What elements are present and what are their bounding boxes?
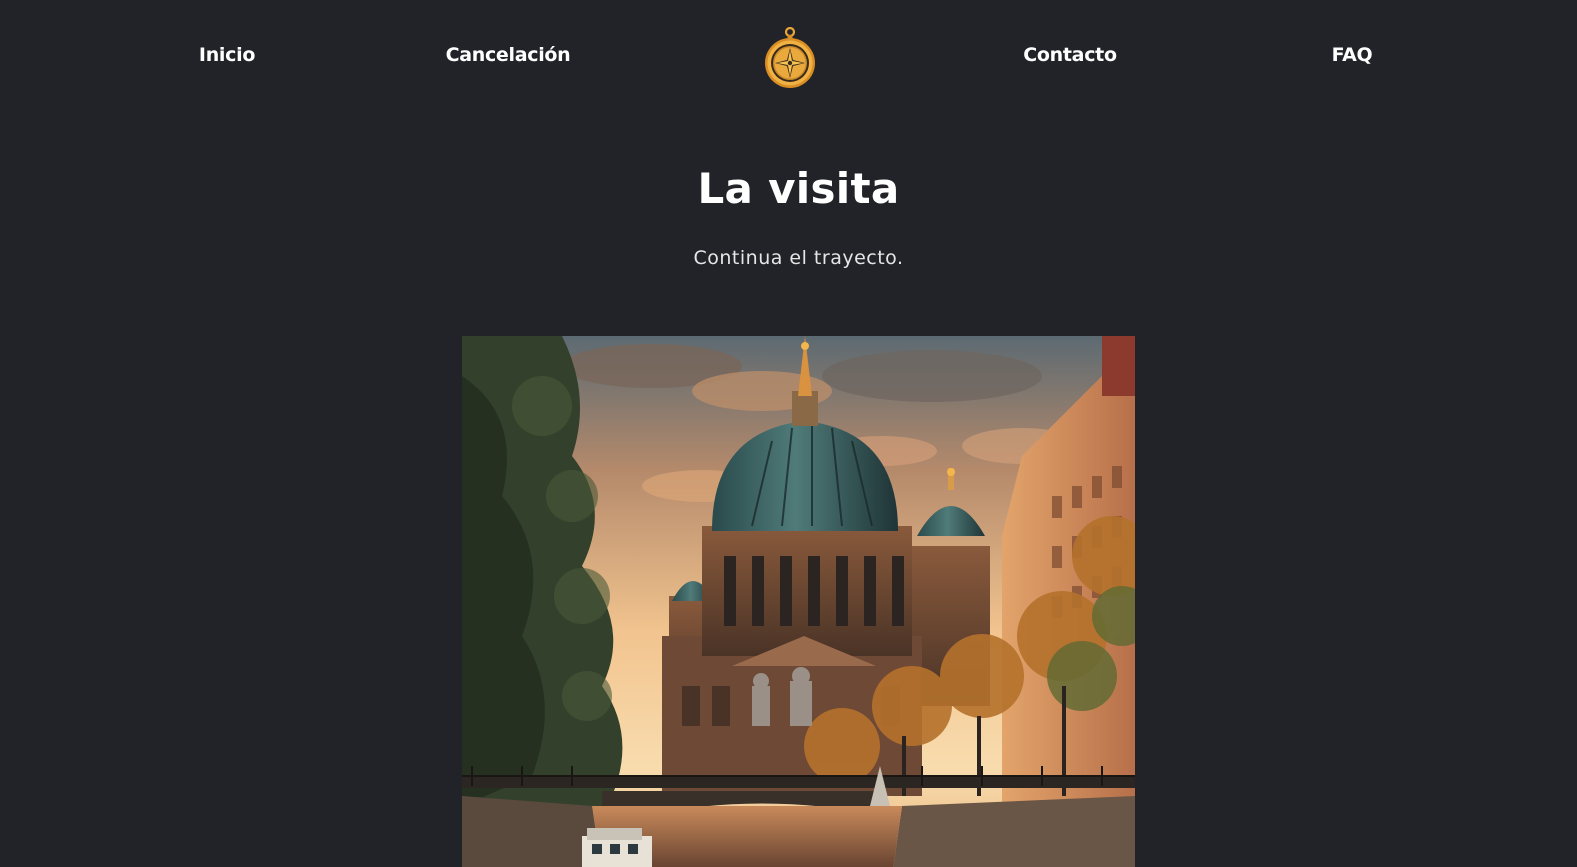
main-navigation: Inicio Cancelación Contacto FAQ — [0, 0, 1577, 118]
nav-link-contacto[interactable]: Contacto — [1023, 44, 1117, 66]
nav-link-faq[interactable]: FAQ — [1332, 44, 1373, 66]
nav-link-inicio[interactable]: Inicio — [199, 44, 255, 66]
nav-link-cancelacion[interactable]: Cancelación — [446, 44, 571, 66]
page-title: La visita — [697, 164, 900, 213]
compass-icon[interactable] — [763, 26, 817, 91]
page-subtitle: Continua el trayecto. — [693, 247, 904, 269]
cathedral-river-sunset-image — [462, 336, 1135, 867]
